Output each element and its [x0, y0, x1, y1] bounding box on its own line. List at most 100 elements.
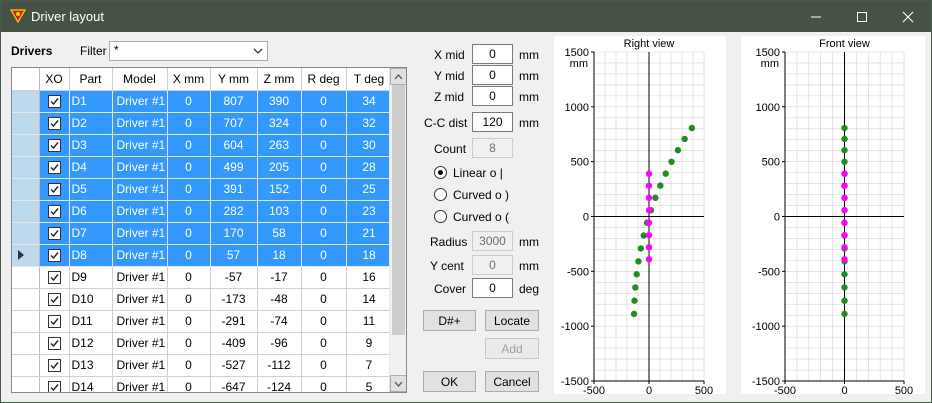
row-header[interactable]: [12, 112, 40, 135]
d-sharp-plus-button[interactable]: D#+: [423, 310, 476, 331]
t-cell[interactable]: 21: [346, 222, 393, 245]
column-header-r[interactable]: R deg: [301, 68, 347, 91]
table-row[interactable]: D3 Driver #1 0 604 263 0 30: [12, 134, 393, 157]
close-button[interactable]: [885, 1, 931, 32]
model-cell[interactable]: Driver #1: [112, 178, 168, 201]
filter-select[interactable]: *: [109, 41, 268, 61]
model-cell[interactable]: Driver #1: [112, 134, 168, 157]
table-row[interactable]: D9 Driver #1 0 -57 -17 0 16: [12, 266, 393, 289]
part-cell[interactable]: D2: [69, 112, 113, 135]
column-header-part[interactable]: Part: [69, 68, 113, 91]
xo-checkbox[interactable]: [47, 95, 61, 109]
t-cell[interactable]: 16: [346, 266, 393, 289]
y-cell[interactable]: 604: [210, 134, 258, 157]
x-cell[interactable]: 0: [167, 156, 211, 179]
curved-right-radio[interactable]: [434, 188, 447, 201]
xo-cell[interactable]: [39, 134, 70, 157]
ycent-field[interactable]: 0: [472, 255, 513, 275]
row-header[interactable]: [12, 222, 40, 245]
xo-cell[interactable]: [39, 310, 70, 333]
t-cell[interactable]: 25: [346, 178, 393, 201]
part-cell[interactable]: D1: [69, 90, 113, 113]
table-row[interactable]: D10 Driver #1 0 -173 -48 0 14: [12, 288, 393, 311]
model-cell[interactable]: Driver #1: [112, 156, 168, 179]
count-field[interactable]: 8: [472, 138, 513, 158]
model-cell[interactable]: Driver #1: [112, 266, 168, 289]
maximize-button[interactable]: [839, 1, 885, 32]
part-cell[interactable]: D5: [69, 178, 113, 201]
row-header[interactable]: [12, 332, 40, 355]
y-cell[interactable]: -57: [210, 266, 258, 289]
table-row[interactable]: D5 Driver #1 0 391 152 0 25: [12, 178, 393, 201]
scroll-down-button[interactable]: [390, 375, 406, 392]
minimize-button[interactable]: [793, 1, 839, 32]
xo-checkbox[interactable]: [47, 249, 61, 263]
scroll-thumb[interactable]: [392, 85, 405, 335]
model-cell[interactable]: Driver #1: [112, 310, 168, 333]
row-header[interactable]: [12, 310, 40, 333]
column-header-xo[interactable]: XO: [39, 68, 70, 91]
y-cell[interactable]: -527: [210, 354, 258, 377]
t-cell[interactable]: 18: [346, 244, 393, 267]
t-cell[interactable]: 5: [346, 376, 393, 392]
xo-cell[interactable]: [39, 90, 70, 113]
row-header[interactable]: [12, 156, 40, 179]
z-cell[interactable]: -124: [257, 376, 302, 392]
x-cell[interactable]: 0: [167, 288, 211, 311]
curved-left-radio[interactable]: [434, 210, 447, 223]
xo-checkbox[interactable]: [47, 271, 61, 285]
r-cell[interactable]: 0: [301, 178, 347, 201]
t-cell[interactable]: 34: [346, 90, 393, 113]
table-row[interactable]: D11 Driver #1 0 -291 -74 0 11: [12, 310, 393, 333]
x-cell[interactable]: 0: [167, 244, 211, 267]
xo-checkbox[interactable]: [47, 117, 61, 131]
y-cell[interactable]: -647: [210, 376, 258, 392]
xo-cell[interactable]: [39, 222, 70, 245]
y-cell[interactable]: 807: [210, 90, 258, 113]
xo-checkbox[interactable]: [47, 381, 61, 392]
t-cell[interactable]: 23: [346, 200, 393, 223]
z-cell[interactable]: 58: [257, 222, 302, 245]
y-cell[interactable]: -409: [210, 332, 258, 355]
model-cell[interactable]: Driver #1: [112, 244, 168, 267]
y-cell[interactable]: 499: [210, 156, 258, 179]
t-cell[interactable]: 32: [346, 112, 393, 135]
cover-field[interactable]: 0: [472, 278, 513, 298]
z-cell[interactable]: -48: [257, 288, 302, 311]
z-cell[interactable]: -74: [257, 310, 302, 333]
row-header[interactable]: [12, 178, 40, 201]
column-header-y[interactable]: Y mm: [210, 68, 258, 91]
part-cell[interactable]: D3: [69, 134, 113, 157]
part-cell[interactable]: D14: [69, 376, 113, 392]
xo-cell[interactable]: [39, 244, 70, 267]
table-row[interactable]: D14 Driver #1 0 -647 -124 0 5: [12, 376, 393, 392]
r-cell[interactable]: 0: [301, 310, 347, 333]
xo-cell[interactable]: [39, 354, 70, 377]
part-cell[interactable]: D10: [69, 288, 113, 311]
table-row[interactable]: D8 Driver #1 0 57 18 0 18: [12, 244, 393, 267]
table-row[interactable]: D2 Driver #1 0 707 324 0 32: [12, 112, 393, 135]
y-cell[interactable]: 707: [210, 112, 258, 135]
t-cell[interactable]: 14: [346, 288, 393, 311]
model-cell[interactable]: Driver #1: [112, 90, 168, 113]
r-cell[interactable]: 0: [301, 332, 347, 355]
cc-dist-field[interactable]: 120: [472, 112, 513, 132]
model-cell[interactable]: Driver #1: [112, 200, 168, 223]
row-header[interactable]: [12, 354, 40, 377]
part-cell[interactable]: D7: [69, 222, 113, 245]
t-cell[interactable]: 7: [346, 354, 393, 377]
x-cell[interactable]: 0: [167, 332, 211, 355]
x-cell[interactable]: 0: [167, 200, 211, 223]
linear-radio[interactable]: [434, 166, 447, 179]
ok-button[interactable]: OK: [423, 371, 476, 392]
xo-cell[interactable]: [39, 266, 70, 289]
radius-field[interactable]: 3000: [472, 231, 513, 251]
t-cell[interactable]: 9: [346, 332, 393, 355]
table-row[interactable]: D13 Driver #1 0 -527 -112 0 7: [12, 354, 393, 377]
xo-checkbox[interactable]: [47, 161, 61, 175]
xo-cell[interactable]: [39, 332, 70, 355]
part-cell[interactable]: D8: [69, 244, 113, 267]
xo-cell[interactable]: [39, 112, 70, 135]
z-cell[interactable]: -96: [257, 332, 302, 355]
grid-scrollbar[interactable]: [389, 68, 406, 392]
